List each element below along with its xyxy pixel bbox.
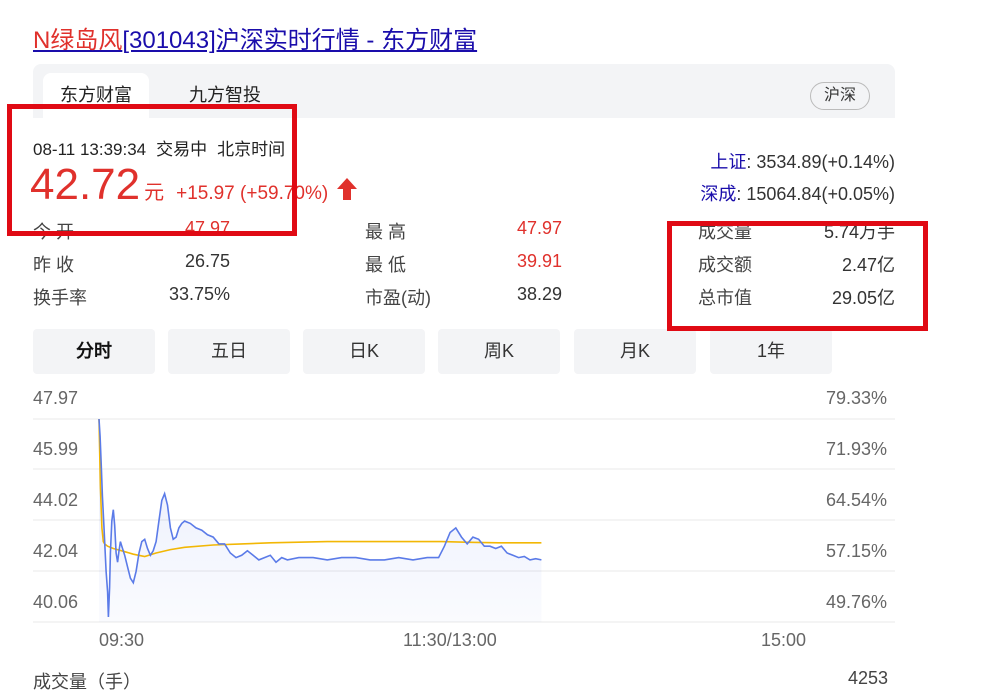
volume-chart-label: 成交量（手） bbox=[33, 672, 141, 692]
highlight-box-price bbox=[7, 104, 297, 236]
volume-max-label: 4253 bbox=[848, 668, 889, 688]
intraday-chart bbox=[33, 418, 895, 623]
highlight-box-stats bbox=[667, 221, 928, 331]
